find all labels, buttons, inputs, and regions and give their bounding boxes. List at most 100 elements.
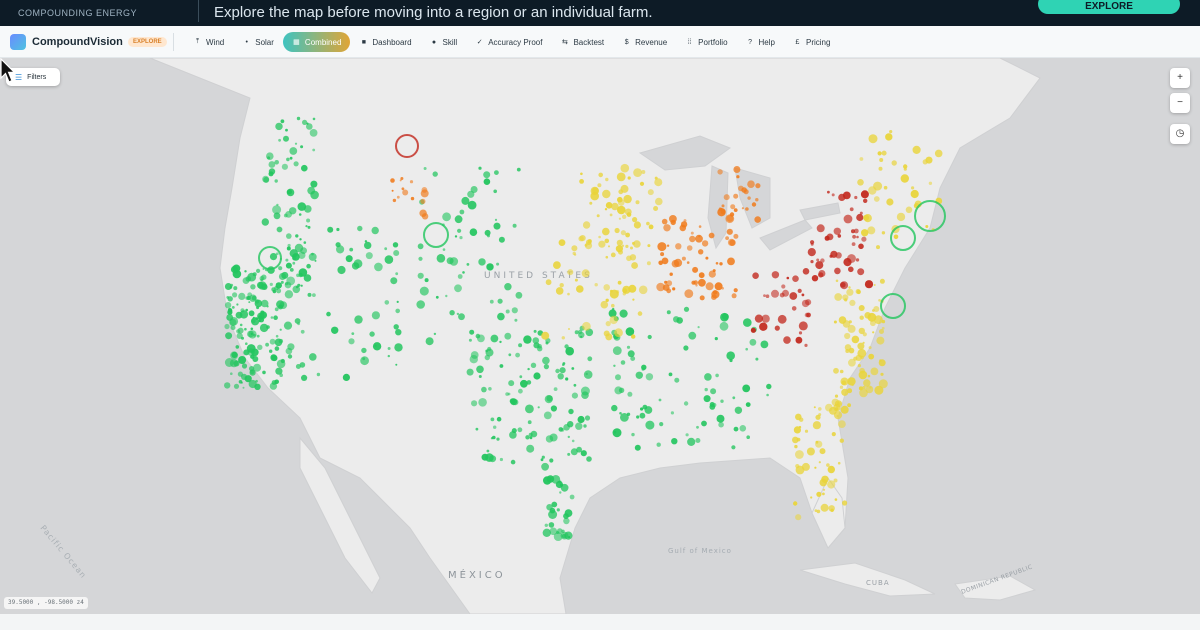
farm-dot[interactable]	[704, 387, 708, 392]
farm-dot[interactable]	[879, 158, 884, 162]
farm-dot[interactable]	[568, 408, 574, 415]
farm-dot[interactable]	[925, 156, 933, 164]
farm-dot[interactable]	[799, 417, 804, 422]
farm-dot[interactable]	[692, 266, 699, 273]
farm-dot[interactable]	[514, 318, 518, 322]
farm-dot[interactable]	[627, 391, 633, 397]
farm-dot[interactable]	[469, 228, 478, 236]
farm-dot[interactable]	[567, 452, 571, 456]
farm-dot[interactable]	[286, 157, 290, 162]
farm-dot[interactable]	[779, 292, 785, 298]
farm-dot[interactable]	[489, 299, 494, 304]
farm-dot[interactable]	[879, 329, 884, 334]
farm-dot[interactable]	[592, 187, 599, 194]
farm-dot[interactable]	[826, 463, 830, 467]
farm-dot[interactable]	[647, 189, 654, 196]
farm-dot[interactable]	[873, 284, 876, 286]
farm-dot[interactable]	[565, 346, 574, 356]
farm-dot[interactable]	[287, 243, 291, 248]
farm-dot[interactable]	[276, 288, 282, 294]
farm-dot[interactable]	[851, 229, 855, 234]
farm-dot[interactable]	[490, 417, 495, 422]
farm-dot[interactable]	[873, 196, 880, 202]
farm-dot[interactable]	[703, 395, 711, 403]
farm-dot[interactable]	[609, 289, 619, 299]
farm-dot[interactable]	[733, 166, 741, 173]
farm-dot[interactable]	[335, 242, 341, 248]
farm-dot[interactable]	[555, 480, 564, 489]
farm-dot[interactable]	[454, 215, 463, 224]
farm-dot[interactable]	[294, 142, 298, 145]
farm-dot[interactable]	[863, 198, 868, 203]
farm-dot[interactable]	[797, 288, 802, 293]
map-canvas[interactable]: UNITED STATES MÉXICO Gulf of Mexico CUBA DOM…	[0, 58, 1200, 614]
farm-dot[interactable]	[842, 500, 848, 506]
farm-dot[interactable]	[746, 435, 750, 440]
farm-dot[interactable]	[442, 212, 451, 222]
farm-dot[interactable]	[730, 204, 736, 210]
farm-dot[interactable]	[568, 328, 570, 330]
farm-dot[interactable]	[511, 428, 517, 434]
farm-dot[interactable]	[646, 261, 651, 266]
farm-dot[interactable]	[905, 206, 913, 214]
farm-dot[interactable]	[541, 331, 550, 340]
farm-dot[interactable]	[750, 327, 757, 333]
farm-dot[interactable]	[279, 301, 288, 309]
farm-dot[interactable]	[511, 307, 518, 314]
farm-dot[interactable]	[844, 344, 852, 351]
farm-dot[interactable]	[280, 358, 285, 364]
farm-dot[interactable]	[638, 285, 648, 295]
farm-dot[interactable]	[877, 151, 882, 156]
farm-dot[interactable]	[349, 247, 354, 252]
farm-dot[interactable]	[305, 225, 308, 228]
farm-dot[interactable]	[528, 432, 533, 437]
farm-dot[interactable]	[633, 221, 642, 229]
farm-dot[interactable]	[626, 345, 631, 349]
farm-dot[interactable]	[457, 274, 463, 279]
farm-dot[interactable]	[486, 449, 490, 453]
farm-dot[interactable]	[869, 386, 872, 389]
farm-dot[interactable]	[516, 167, 521, 172]
farm-dot[interactable]	[485, 348, 494, 357]
farm-dot[interactable]	[236, 303, 239, 306]
farm-dot[interactable]	[456, 312, 460, 316]
farm-dot[interactable]	[610, 252, 616, 258]
farm-dot[interactable]	[279, 373, 284, 378]
farm-dot[interactable]	[844, 332, 851, 340]
farm-dot[interactable]	[844, 298, 848, 302]
farm-dot[interactable]	[244, 270, 247, 273]
farm-dot[interactable]	[747, 196, 751, 200]
farm-dot[interactable]	[715, 262, 719, 265]
farm-dot[interactable]	[620, 360, 626, 365]
farm-dot[interactable]	[715, 373, 719, 378]
farm-dot[interactable]	[867, 226, 876, 235]
farm-dot[interactable]	[396, 300, 399, 303]
farm-dot[interactable]	[312, 117, 316, 121]
farm-dot[interactable]	[745, 402, 751, 407]
farm-dot[interactable]	[663, 224, 671, 232]
farm-dot[interactable]	[353, 259, 363, 269]
farm-dot[interactable]	[525, 404, 534, 414]
farm-dot[interactable]	[614, 227, 620, 234]
farm-dot[interactable]	[602, 227, 610, 236]
farm-dot[interactable]	[635, 371, 643, 379]
farm-dot[interactable]	[793, 426, 802, 434]
farm-dot[interactable]	[580, 450, 587, 457]
farm-dot[interactable]	[299, 238, 302, 241]
farm-dot[interactable]	[255, 379, 258, 383]
farm-dot[interactable]	[470, 351, 479, 359]
app-name[interactable]: CompoundVision	[32, 36, 123, 48]
farm-dot[interactable]	[574, 330, 579, 335]
farm-dot[interactable]	[849, 299, 856, 306]
farm-dot[interactable]	[533, 372, 541, 380]
farm-dot[interactable]	[631, 262, 638, 269]
farm-dot[interactable]	[833, 411, 843, 420]
farm-dot[interactable]	[269, 349, 273, 353]
farm-dot[interactable]	[655, 197, 663, 206]
farm-dot[interactable]	[229, 286, 233, 289]
farm-dot[interactable]	[714, 282, 723, 291]
farm-dot[interactable]	[387, 347, 391, 350]
farm-dot[interactable]	[289, 156, 293, 160]
farm-dot[interactable]	[519, 375, 523, 379]
farm-dot[interactable]	[365, 252, 373, 260]
